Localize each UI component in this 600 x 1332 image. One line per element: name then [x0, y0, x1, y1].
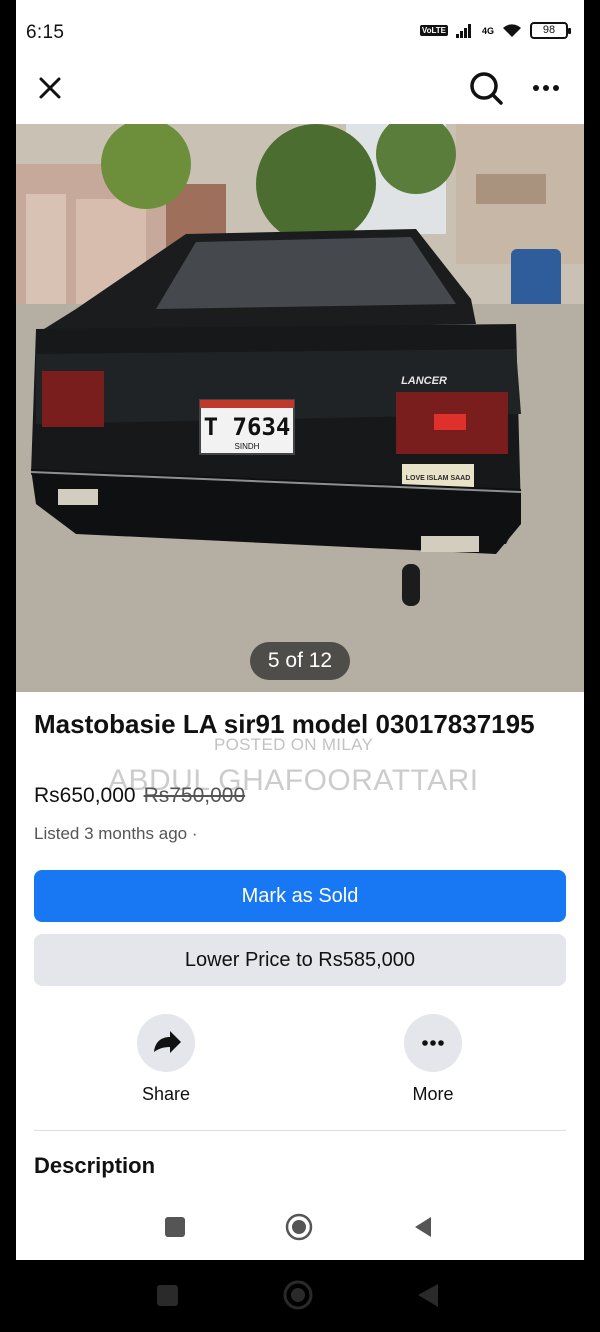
- plate-region: SINDH: [235, 442, 260, 451]
- share-label: Share: [141, 1084, 191, 1104]
- close-button[interactable]: [32, 70, 68, 106]
- close-icon: [39, 77, 61, 99]
- system-recents-icon: [157, 1285, 178, 1306]
- recents-square-icon: [165, 1217, 185, 1237]
- volte-icon: VoLTE: [419, 25, 448, 36]
- system-back-icon: [418, 1284, 438, 1307]
- recents-button[interactable]: [160, 1212, 190, 1242]
- original-price: Rs750,000: [143, 784, 246, 807]
- more-options-button[interactable]: [528, 70, 564, 106]
- status-time-text: 6:15: [26, 22, 65, 43]
- price: Rs650,000: [34, 784, 136, 807]
- status-bar: 6:15 VoLTE 4G 98: [16, 0, 584, 62]
- listed-time: Listed 3 months ago ·: [34, 824, 198, 843]
- home-button[interactable]: [284, 1212, 314, 1242]
- back-button[interactable]: [408, 1212, 438, 1242]
- share-action[interactable]: Share: [106, 1014, 226, 1105]
- battery-icon: 98: [530, 22, 571, 39]
- more-horizontal-icon: [533, 85, 559, 91]
- share-icon: [154, 1031, 181, 1053]
- car-sticker: LOVE ISLAM SAAD: [406, 475, 471, 482]
- share-circle[interactable]: [137, 1014, 195, 1072]
- price-row: Rs650,000 Rs750,000: [34, 784, 245, 808]
- status-time: 6:15: [26, 22, 64, 44]
- divider: [34, 1130, 566, 1131]
- inner-nav-bar: [16, 1196, 584, 1260]
- battery-level: 98: [542, 24, 556, 36]
- signal-icon: [455, 23, 474, 38]
- system-nav-icons: [157, 1280, 438, 1310]
- more-circle[interactable]: [404, 1014, 462, 1072]
- photo-counter: 5 of 12: [250, 642, 350, 680]
- network-label: 4G: [481, 25, 494, 36]
- description-heading: Description: [34, 1153, 156, 1178]
- more-label: More: [412, 1084, 454, 1104]
- mark-as-sold-button[interactable]: Mark as Sold: [34, 870, 566, 922]
- home-circle-icon: [285, 1213, 313, 1241]
- lower-price-button[interactable]: Lower Price to Rs585,000: [34, 934, 566, 986]
- wifi-icon: [503, 23, 521, 37]
- listing-photo[interactable]: T 7634 SINDH LANCER LOVE ISLAM SAAD: [16, 124, 584, 692]
- status-icons: VoLTE 4G 98: [419, 22, 571, 39]
- search-button[interactable]: [466, 68, 506, 108]
- phone-screen: 6:15 VoLTE 4G 98 T 7634 SINDH LANCER LOV…: [16, 0, 584, 1260]
- system-nav-bar: [0, 1260, 600, 1332]
- app-bar: [16, 62, 584, 124]
- plate-number: T 7634: [204, 413, 291, 441]
- search-icon: [470, 72, 503, 105]
- car-photo-illustration: T 7634 SINDH LANCER LOVE ISLAM SAAD: [16, 124, 584, 692]
- more-action[interactable]: More: [373, 1014, 493, 1105]
- watermark-line-1: POSTED ON MILAY: [214, 735, 374, 754]
- car-badge: LANCER: [401, 375, 447, 387]
- back-triangle-icon: [415, 1217, 431, 1237]
- more-horizontal-icon: [422, 1040, 444, 1046]
